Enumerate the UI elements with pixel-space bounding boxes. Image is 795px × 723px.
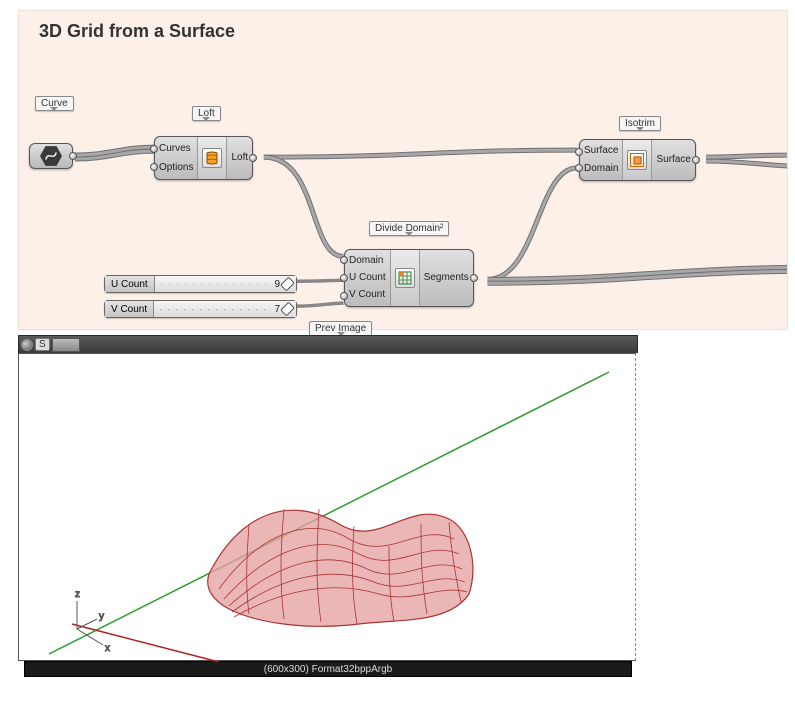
divide-input-ucount[interactable]: U Count: [349, 271, 386, 285]
tag-curve: Curve: [35, 96, 74, 111]
loft-icon: [202, 148, 222, 168]
v-count-value: 7: [274, 301, 280, 317]
tag-divide-domain: Divide Domain²: [369, 221, 449, 236]
preview-thumbnail-icon: [52, 338, 80, 352]
curve-icon: [40, 145, 62, 167]
v-count-track[interactable]: 7: [154, 301, 296, 317]
isotrim-input-surface[interactable]: Surface: [584, 144, 618, 158]
v-count-slider[interactable]: V Count 7: [104, 300, 297, 318]
isotrim-output-surface[interactable]: Surface: [656, 153, 690, 167]
preview-viewport[interactable]: z x y: [18, 353, 636, 661]
u-count-slider[interactable]: U Count 9: [104, 275, 297, 293]
isotrim-icon: [627, 150, 647, 170]
divide-output-segments[interactable]: Segments: [424, 271, 469, 285]
u-count-label: U Count: [105, 276, 155, 292]
preview-grip-dot[interactable]: [21, 339, 33, 351]
divide-domain-icon: [395, 268, 415, 288]
isotrim-input-domain[interactable]: Domain: [584, 162, 618, 176]
axis-z-label: z: [75, 589, 80, 600]
loft-output[interactable]: Loft: [231, 151, 248, 165]
preview-header[interactable]: S: [18, 335, 638, 353]
loft-input-curves[interactable]: Curves: [159, 142, 193, 156]
grasshopper-canvas[interactable]: 3D Grid from a Surface Curve Loft Divide: [18, 10, 788, 330]
loft-input-options[interactable]: Options: [159, 161, 193, 175]
curve-param-node[interactable]: [29, 143, 73, 169]
u-count-track[interactable]: 9: [155, 276, 296, 292]
preview-footer: (600x300) Format32bppArgb: [24, 661, 632, 677]
preview-surface-render: z x y: [19, 354, 637, 662]
divide-domain-node[interactable]: Domain U Count V Count Segments: [344, 249, 474, 307]
axis-gizmo: z x y: [75, 589, 110, 654]
preview-input-label[interactable]: S: [35, 338, 50, 351]
u-count-thumb[interactable]: [280, 277, 295, 292]
divide-input-domain[interactable]: Domain: [349, 254, 386, 268]
preview-panel: S: [18, 335, 638, 677]
definition-title: 3D Grid from a Surface: [39, 21, 235, 42]
u-count-value: 9: [274, 276, 280, 292]
v-count-label: V Count: [105, 301, 154, 317]
isotrim-node[interactable]: Surface Domain Surface: [579, 139, 696, 181]
axis-y-label: y: [99, 611, 104, 622]
tag-loft: Loft: [192, 106, 221, 121]
tag-prev-image: Prev Image: [309, 321, 372, 336]
loft-node[interactable]: Curves Options Loft: [154, 136, 253, 180]
axis-x-label: x: [105, 643, 110, 654]
divide-input-vcount[interactable]: V Count: [349, 288, 386, 302]
tag-isotrim: Isotrim: [619, 116, 661, 131]
v-count-thumb[interactable]: [280, 302, 295, 317]
